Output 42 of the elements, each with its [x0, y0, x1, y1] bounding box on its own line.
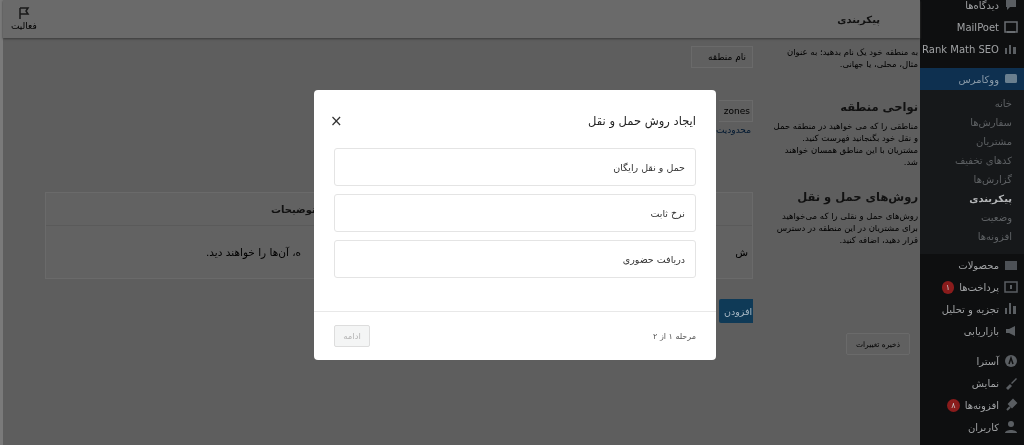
section-heading: روش‌های حمل و نقل: [796, 190, 918, 204]
user-icon: [1004, 420, 1018, 434]
step-indicator: مرحله ۱ از ۲: [653, 331, 696, 341]
column-header: توضیحات: [271, 203, 316, 215]
modal-title: ایجاد روش حمل و نقل: [588, 114, 696, 128]
sidebar-menu-item[interactable]: MailPoet: [920, 16, 1024, 38]
sidebar-menu-item[interactable]: ووکامرس: [920, 68, 1024, 90]
section-heading: نواحی منطقه: [839, 100, 918, 114]
section-description: به منطقه خود یک نام بدهید؛ به عنوان مثال، محلی، یا جهانی.: [786, 46, 918, 70]
megaphone-icon: [1004, 324, 1018, 338]
sidebar-menu-item[interactable]: کاربران: [920, 416, 1024, 438]
sidebar-menu-item[interactable]: آسترا: [920, 350, 1024, 372]
circle-logo-icon: [1004, 354, 1018, 368]
shipping-option[interactable]: نرخ ثابت: [334, 194, 696, 232]
section-description: روش‌های حمل و نقلی را که می‌خواهید برای مشتریان در این منطقه در دسترس قرار دهید، اضافه کنید.: [775, 210, 918, 246]
close-button[interactable]: ×: [330, 112, 343, 130]
speech-bubble-icon: [1004, 0, 1018, 12]
activity-button[interactable]: فعالیت: [11, 7, 37, 31]
box-icon: [1004, 258, 1018, 272]
sidebar-menu-item[interactable]: پرداخت‌ها ۱: [920, 276, 1024, 298]
add-button[interactable]: افزودن: [719, 299, 753, 323]
sidebar-menu-item[interactable]: تجزیه و تحلیل: [920, 298, 1024, 320]
brush-icon: [1004, 376, 1018, 390]
sidebar-menu-item[interactable]: افزونه‌ها ۸: [920, 394, 1024, 416]
banknote-icon: [1004, 280, 1018, 294]
sidebar-menu-item[interactable]: بازاریابی: [920, 320, 1024, 342]
bar-chart-icon: [1004, 42, 1018, 56]
bar-chart-icon: [1004, 302, 1018, 316]
table-cell-text: ه، آن‌ها را خواهند دید.: [206, 246, 302, 258]
sidebar-menu-item[interactable]: دیدگاه‌ها: [920, 0, 1024, 16]
flag-icon: [17, 7, 30, 19]
count-badge: ۸: [947, 398, 960, 412]
count-badge: ۱: [941, 280, 955, 294]
sidebar-menu-item[interactable]: نمایش: [920, 372, 1024, 394]
page-title: پیکربندی: [837, 13, 880, 25]
sidebar-menu-item[interactable]: Rank Math SEO: [920, 38, 1024, 60]
sidebar-menu-item[interactable]: محصولات: [920, 254, 1024, 276]
shipping-option[interactable]: دریافت حضوری: [334, 240, 696, 278]
section-description: مناطقی را که می خواهید در منطقه حمل و نقل خود بگنجانید فهرست کنید. مشتریان با این مناطق همسان خواهند شد.: [773, 120, 918, 168]
submenu-item[interactable]: پیکربندی: [920, 189, 1024, 208]
table-cell-text: ش: [735, 246, 748, 258]
shipping-option[interactable]: حمل و نقل رایگان: [334, 148, 696, 186]
